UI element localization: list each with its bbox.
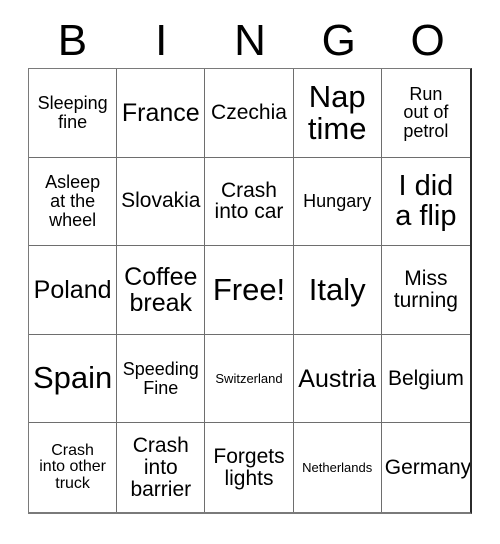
bingo-cell-label: Germany	[384, 455, 470, 479]
bingo-card: B I N G O Sleeping fine France Czechia Nap …	[0, 0, 500, 544]
bingo-header-letter-o: O	[410, 16, 445, 65]
bingo-cell-label: Crash into barrier	[130, 433, 192, 501]
bingo-cell-label: Belgium	[387, 366, 464, 390]
bingo-cell-label: Austria	[298, 364, 377, 393]
bingo-cell-label: Czechia	[211, 100, 287, 124]
bingo-cell-label: Forgets lights	[213, 444, 285, 490]
bingo-cell-label: Netherlands	[302, 459, 373, 475]
bingo-cell-label: Slovakia	[121, 189, 201, 213]
bingo-cell[interactable]: Slovakia	[117, 157, 206, 247]
bingo-header-letter-b: B	[57, 16, 88, 65]
bingo-cell[interactable]: Crash into barrier	[117, 423, 206, 512]
bingo-cell[interactable]: Belgium	[381, 334, 470, 424]
bingo-cell[interactable]: Miss turning	[381, 246, 470, 335]
bingo-cell-label: Sleeping fine	[37, 93, 108, 132]
bingo-cell-label: Run out of petrol	[403, 83, 449, 142]
bingo-cell-label: Hungary	[303, 191, 372, 212]
bingo-cell-label: Speeding Fine	[122, 358, 199, 398]
bingo-cell[interactable]: Czechia	[205, 69, 294, 158]
bingo-cell-label: Coffee break	[124, 262, 198, 317]
bingo-header-letter-i: I	[155, 16, 168, 65]
bingo-cell-label: Switzerland	[215, 370, 283, 386]
bingo-cell-label: Spain	[32, 360, 113, 396]
bingo-cell[interactable]: Run out of petrol	[381, 69, 470, 158]
bingo-cell[interactable]: Austria	[293, 334, 382, 424]
bingo-cell-label: Asleep at the wheel	[45, 172, 101, 230]
bingo-cell[interactable]: France	[117, 69, 206, 158]
bingo-cell-label: France	[121, 98, 200, 127]
bingo-cell-label: Crash into car	[214, 178, 284, 224]
bingo-cell[interactable]: Sleeping fine	[29, 69, 118, 158]
bingo-cell-label: Nap time	[307, 78, 367, 146]
bingo-cell[interactable]: Nap time	[293, 69, 382, 158]
bingo-cell[interactable]: Speeding Fine	[117, 334, 206, 424]
bingo-cell[interactable]: I did a flip	[381, 157, 470, 247]
bingo-cell-label: I did a flip	[395, 170, 457, 233]
bingo-grid: Sleeping fine France Czechia Nap time Run ou…	[28, 68, 472, 514]
bingo-cell-label: Italy	[308, 271, 366, 307]
bingo-cell-label: Crash into other truck	[39, 441, 106, 492]
bingo-header-letter-n: N	[234, 16, 266, 65]
bingo-cell[interactable]: Asleep at the wheel	[29, 157, 118, 247]
bingo-cell[interactable]: Spain	[29, 334, 118, 424]
bingo-cell[interactable]: Forgets lights	[205, 423, 294, 512]
bingo-cell[interactable]: Coffee break	[117, 246, 206, 335]
bingo-header-letter-g: G	[321, 16, 356, 65]
bingo-cell-label: Miss turning	[393, 267, 458, 312]
bingo-cell[interactable]: Switzerland	[205, 334, 294, 424]
bingo-cell-label: Free!	[212, 271, 286, 307]
bingo-cell-label: Poland	[33, 275, 112, 304]
bingo-cell[interactable]: Hungary	[293, 157, 382, 247]
bingo-cell[interactable]: Netherlands	[293, 423, 382, 512]
bingo-cell[interactable]: Germany	[381, 423, 470, 512]
bingo-cell[interactable]: Italy	[293, 246, 382, 335]
bingo-cell[interactable]: Crash into car	[205, 157, 294, 247]
bingo-cell[interactable]: Crash into other truck	[29, 423, 118, 512]
bingo-cell[interactable]: Poland	[29, 246, 118, 335]
bingo-header-row: B I N G O	[28, 14, 472, 68]
bingo-cell[interactable]: Free!	[205, 246, 294, 335]
